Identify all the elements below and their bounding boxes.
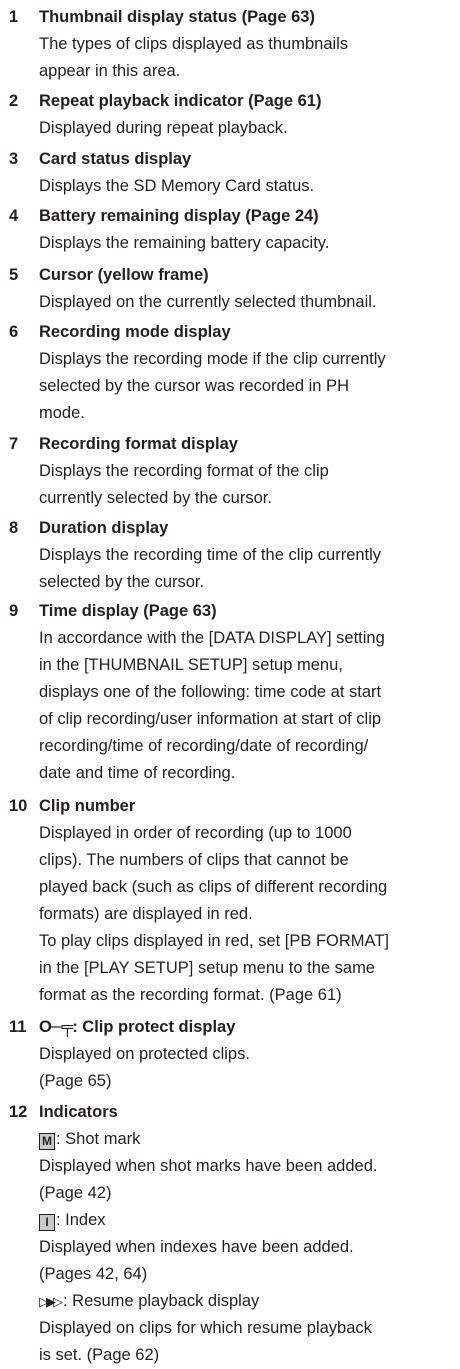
description-line: currently selected by the cursor. <box>39 489 272 507</box>
item-title: O─╤: Clip protect display <box>39 1014 235 1041</box>
item-title: Recording mode display <box>39 323 231 341</box>
description-line: Displays the recording time of the clip … <box>39 546 382 564</box>
item-description: Displays the remaining battery capacity. <box>39 230 449 257</box>
description-line: Displayed when shot marks have been adde… <box>39 1157 378 1175</box>
item-number: 7 <box>9 435 19 453</box>
description-line: Displays the SD Memory Card status. <box>39 177 315 195</box>
indicators-list: M: Shot mark Displayed when shot marks h… <box>39 1126 449 1369</box>
indicator-label: : Resume playback display <box>63 1292 260 1310</box>
item-title: Card status display <box>39 150 192 168</box>
description-line: Displayed when indexes have been added. <box>39 1238 354 1256</box>
description-line: To play clips displayed in red, set [PB … <box>39 932 389 950</box>
description-line: played back (such as clips of different … <box>39 878 388 896</box>
item-number: 11 <box>9 1018 27 1036</box>
item-title: Clip number <box>39 797 136 815</box>
item-number: 10 <box>9 797 28 815</box>
indicator-index: I: Index <box>39 1207 449 1234</box>
description-line: selected by the cursor was recorded in P… <box>39 377 349 395</box>
description-line: Displayed in order of recording (up to 1… <box>39 824 352 842</box>
item-title: Time display (Page 63) <box>39 602 217 620</box>
item-number: 1 <box>9 8 19 26</box>
description-line: In accordance with the [DATA DISPLAY] se… <box>39 629 385 647</box>
item-description: Displays the recording time of the clip … <box>39 542 449 596</box>
description-line: recording/time of recording/date of reco… <box>39 737 369 755</box>
description-line: format as the recording format. (Page 61… <box>39 986 342 1004</box>
item-description: Displayed in order of recording (up to 1… <box>39 820 449 1009</box>
item-description: Displays the recording format of the cli… <box>39 458 449 512</box>
indicator-label: : Shot mark <box>56 1130 141 1148</box>
item-title: Battery remaining display (Page 24) <box>39 207 319 225</box>
description-line: The types of clips displayed as thumbnai… <box>39 35 349 53</box>
description-line: mode. <box>39 404 85 422</box>
description-line: displays one of the following: time code… <box>39 683 382 701</box>
description-line: (Pages 42, 64) <box>39 1265 148 1283</box>
item-description: Displayed on protected clips. (Page 65) <box>39 1041 449 1095</box>
item-number: 5 <box>9 266 19 284</box>
item-title: Repeat playback indicator (Page 61) <box>39 92 322 110</box>
description-line: Displayed on clips for which resume play… <box>39 1319 372 1337</box>
description-line: is set. (Page 62) <box>39 1346 160 1364</box>
item-number: 12 <box>9 1103 28 1121</box>
key-icon: O─╤ <box>39 1018 73 1036</box>
indicator-label: : Index <box>56 1211 106 1229</box>
description-line: in the [PLAY SETUP] setup menu to the sa… <box>39 959 375 977</box>
item-number: 3 <box>9 150 19 168</box>
index-icon: I <box>39 1214 55 1231</box>
description-line: Displays the recording mode if the clip … <box>39 350 386 368</box>
description-line: Displayed on protected clips. <box>39 1045 250 1063</box>
description-line: formats) are displayed in red. <box>39 905 253 923</box>
description-line: in the [THUMBNAIL SETUP] setup menu, <box>39 656 343 674</box>
item-description: Displays the recording mode if the clip … <box>39 346 449 427</box>
item-number: 2 <box>9 92 19 110</box>
item-description: The types of clips displayed as thumbnai… <box>39 31 449 85</box>
description-line: (Page 42) <box>39 1184 112 1202</box>
shot-mark-icon: M <box>39 1133 55 1150</box>
item-description: Displayed on the currently selected thum… <box>39 289 449 316</box>
indicator-resume: ▷▶▷: Resume playback display <box>39 1288 449 1315</box>
description-line: appear in this area. <box>39 62 181 80</box>
item-title: Indicators <box>39 1103 118 1121</box>
item-number: 9 <box>9 602 19 620</box>
item-title: Recording format display <box>39 435 238 453</box>
item-title: Duration display <box>39 519 169 537</box>
item-number: 8 <box>9 519 19 537</box>
manual-page: 1 Thumbnail display status (Page 63) The… <box>0 0 460 1364</box>
description-line: selected by the cursor. <box>39 573 205 591</box>
description-line: Displays the recording format of the cli… <box>39 462 329 480</box>
item-description: In accordance with the [DATA DISPLAY] se… <box>39 625 449 787</box>
item-description: Displays the SD Memory Card status. <box>39 173 449 200</box>
item-title: Thumbnail display status (Page 63) <box>39 8 315 26</box>
item-description: Displayed during repeat playback. <box>39 115 449 142</box>
item-number: 6 <box>9 323 19 341</box>
item-number: 4 <box>9 207 19 225</box>
description-line: Displays the remaining battery capacity. <box>39 234 330 252</box>
description-line: Displayed on the currently selected thum… <box>39 293 377 311</box>
item-title: Cursor (yellow frame) <box>39 266 209 284</box>
description-line: Displayed during repeat playback. <box>39 119 288 137</box>
description-line: clips). The numbers of clips that cannot… <box>39 851 349 869</box>
description-line: date and time of recording. <box>39 764 236 782</box>
description-line: of clip recording/user information at st… <box>39 710 382 728</box>
resume-playback-icon: ▷▶▷ <box>39 1294 63 1309</box>
item-title-text: : Clip protect display <box>72 1018 236 1036</box>
description-line: (Page 65) <box>39 1072 112 1090</box>
indicator-shot-mark: M: Shot mark <box>39 1126 449 1153</box>
